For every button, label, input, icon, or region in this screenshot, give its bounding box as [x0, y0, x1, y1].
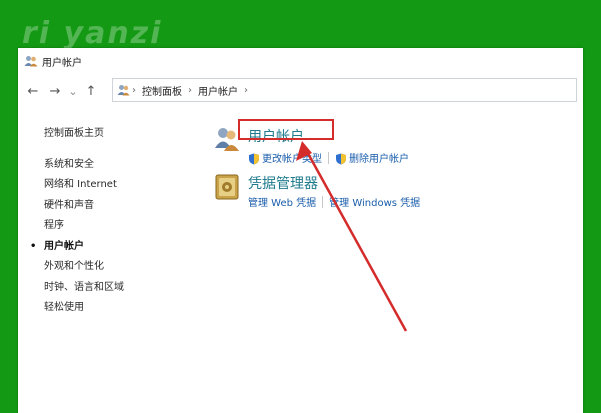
- chevron-right-icon: ›: [188, 84, 192, 96]
- sidebar-item-programs[interactable]: 程序: [44, 216, 194, 237]
- breadcrumb-control-panel[interactable]: 控制面板: [142, 83, 182, 98]
- chevron-right-icon: ›: [132, 84, 136, 96]
- sidebar-item-user-accounts[interactable]: • 用户帐户: [30, 237, 194, 258]
- sidebar: 控制面板主页 系统和安全 网络和 Internet 硬件和声音 程序 • 用户帐…: [30, 124, 194, 319]
- uac-shield-icon: [249, 153, 259, 165]
- address-bar[interactable]: › 控制面板 › 用户帐户 ›: [112, 78, 577, 102]
- watermark-text: ri yanzi: [22, 16, 163, 51]
- remove-user-accounts-link[interactable]: 删除用户帐户: [335, 150, 409, 165]
- navigation-bar: ← → ⌄ ↑ › 控制面板 › 用户帐户 ›: [18, 78, 583, 104]
- divider: [328, 151, 329, 164]
- sidebar-item-ease-of-access[interactable]: 轻松使用: [44, 298, 194, 319]
- control-panel-window: 用户帐户 ← → ⌄ ↑ › 控制面板 › 用户帐户 › 控制面板主页 系统和安…: [18, 48, 583, 413]
- sidebar-item-hardware-sound[interactable]: 硬件和声音: [44, 196, 194, 217]
- category-credential-manager: 凭据管理器 管理 Web 凭据 管理 Windows 凭据: [214, 173, 420, 209]
- sidebar-item-label: 用户帐户: [44, 240, 84, 252]
- credential-vault-icon: [214, 173, 240, 209]
- users-icon: [24, 52, 38, 71]
- uac-shield-icon: [336, 153, 346, 165]
- forward-button[interactable]: →: [46, 84, 64, 99]
- change-account-type-link[interactable]: 更改帐户类型: [248, 150, 322, 165]
- current-bullet-icon: •: [30, 240, 37, 252]
- breadcrumb-user-accounts[interactable]: 用户帐户: [198, 83, 238, 98]
- sidebar-item-appearance[interactable]: 外观和个性化: [44, 257, 194, 278]
- credential-manager-title-link[interactable]: 凭据管理器: [248, 175, 318, 193]
- manage-windows-credentials-link[interactable]: 管理 Windows 凭据: [329, 194, 420, 209]
- chevron-right-icon[interactable]: ›: [244, 85, 248, 96]
- sidebar-item-network[interactable]: 网络和 Internet: [44, 175, 194, 196]
- back-button[interactable]: ←: [24, 84, 42, 99]
- users-icon: [214, 126, 240, 165]
- recent-locations-dropdown[interactable]: ⌄: [64, 85, 82, 98]
- category-user-accounts: 用户帐户 更改帐户类型 删除用户帐户: [214, 126, 409, 165]
- link-label: 更改帐户类型: [262, 154, 322, 165]
- manage-web-credentials-link[interactable]: 管理 Web 凭据: [248, 194, 316, 209]
- control-panel-icon: [117, 81, 130, 100]
- title-bar: 用户帐户: [18, 48, 583, 74]
- divider: [322, 195, 324, 208]
- link-label: 删除用户帐户: [349, 154, 409, 165]
- sidebar-item-clock-language[interactable]: 时钟、语言和区域: [44, 278, 194, 299]
- user-accounts-title-link[interactable]: 用户帐户: [248, 128, 304, 146]
- sidebar-item-home[interactable]: 控制面板主页: [44, 124, 194, 145]
- sidebar-item-system-security[interactable]: 系统和安全: [44, 155, 194, 176]
- up-button[interactable]: ↑: [82, 84, 100, 99]
- window-title: 用户帐户: [42, 57, 82, 69]
